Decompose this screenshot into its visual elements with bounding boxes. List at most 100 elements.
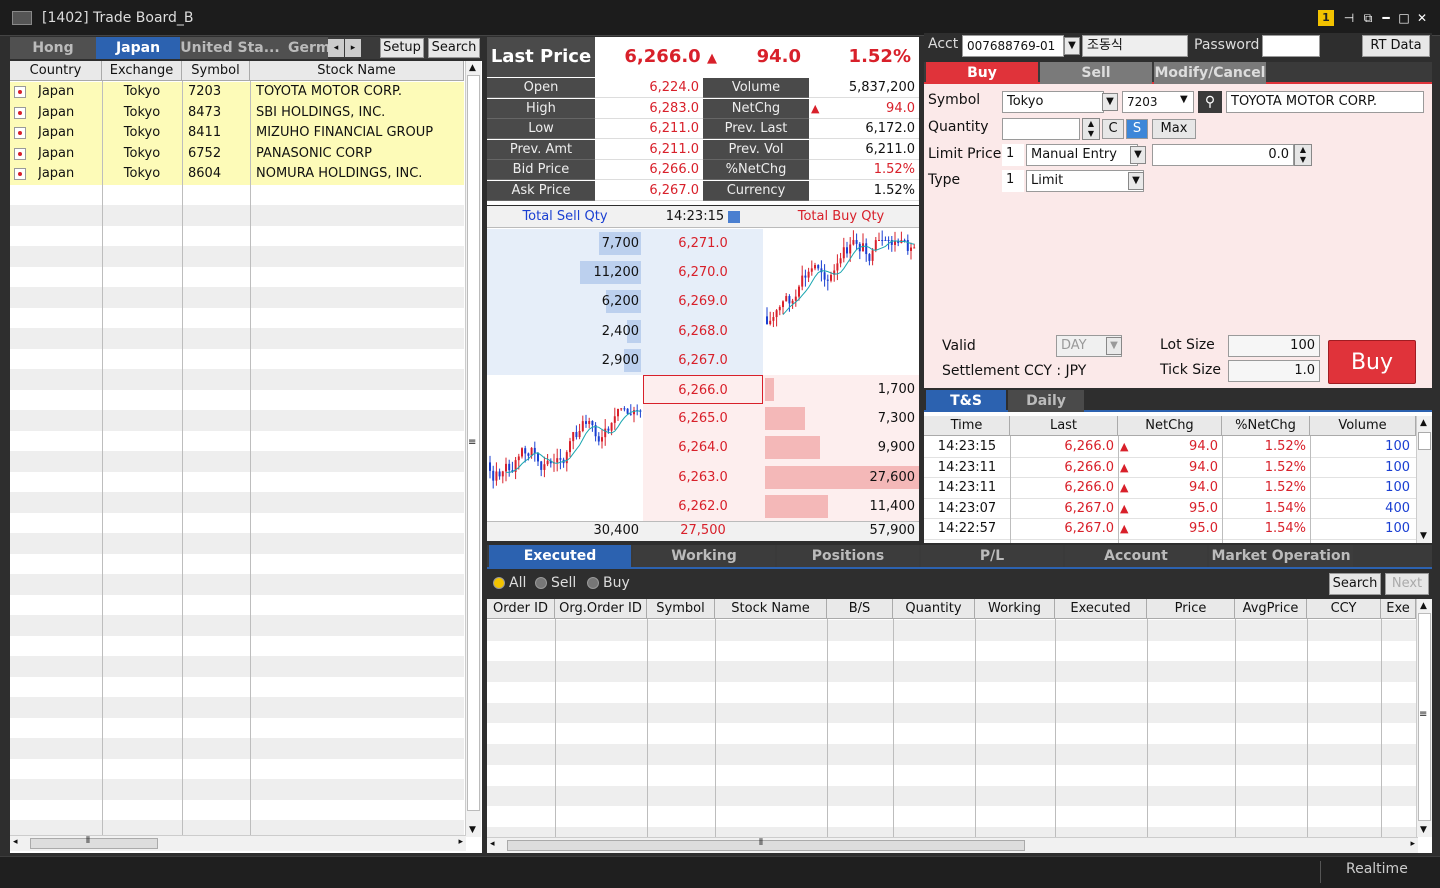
ask-price[interactable]: 6,271.0: [643, 229, 763, 258]
orders-col-header[interactable]: Working: [975, 599, 1055, 619]
tab-germany[interactable]: Germ: [280, 37, 330, 59]
rt-data-button[interactable]: RT Data: [1362, 35, 1430, 57]
quote-value: 5,837,200: [809, 78, 919, 98]
col-exchange[interactable]: Exchange: [102, 61, 182, 81]
current-price-cell[interactable]: 6,266.0: [643, 375, 763, 404]
ts-vscroll[interactable]: ▲ ▼: [1416, 416, 1432, 543]
quantity-stepper[interactable]: ▲ ▼: [1082, 118, 1100, 140]
tab-executed[interactable]: Executed: [489, 545, 631, 567]
limit-price-stepper[interactable]: ▲ ▼: [1294, 144, 1312, 166]
qty-c-button[interactable]: C: [1102, 119, 1124, 139]
tab-buy[interactable]: Buy: [926, 62, 1038, 84]
stock-row[interactable]: Japan Tokyo 8411 MIZUHO FINANCIAL GROUP: [10, 123, 464, 144]
stock-list-hscroll[interactable]: ◂ ⦀ ▸: [10, 835, 466, 851]
search-icon[interactable]: ⚲: [1198, 91, 1222, 113]
orders-col-header[interactable]: Executed: [1055, 599, 1147, 619]
filter-buy-radio[interactable]: [587, 577, 599, 589]
orders-col-header[interactable]: Org.Order ID: [555, 599, 647, 619]
orders-vscroll[interactable]: ▲ ≡ ▼: [1416, 599, 1432, 837]
filter-sell-radio[interactable]: [535, 577, 547, 589]
ask-price[interactable]: 6,270.0: [643, 258, 763, 287]
orders-col-header[interactable]: Exe: [1381, 599, 1416, 619]
setup-button[interactable]: Setup: [380, 38, 424, 58]
buy-submit-button[interactable]: Buy: [1328, 340, 1416, 384]
restore-icon[interactable]: ⧉: [1361, 11, 1375, 25]
account-select[interactable]: 007688769-01: [962, 35, 1064, 57]
symbol-dropdown-icon[interactable]: ▼: [1180, 94, 1188, 105]
minimize-icon[interactable]: ━: [1379, 11, 1393, 25]
ts-col-netchg[interactable]: NetChg: [1118, 416, 1222, 436]
tab-pl[interactable]: P/L: [921, 545, 1063, 567]
quantity-input[interactable]: [1002, 118, 1080, 140]
orders-col-header[interactable]: B/S: [827, 599, 893, 619]
orders-col-header[interactable]: Stock Name: [715, 599, 827, 619]
tab-positions[interactable]: Positions: [777, 545, 919, 567]
account-dropdown-icon[interactable]: ▼: [1064, 37, 1080, 55]
limit-price-input[interactable]: 0.0: [1152, 144, 1294, 166]
qty-s-button[interactable]: S: [1126, 119, 1148, 139]
tab-ts[interactable]: T&S: [926, 390, 1006, 412]
candle-body: [775, 310, 778, 318]
candle-body: [527, 453, 530, 456]
col-symbol[interactable]: Symbol: [182, 61, 250, 81]
ts-last: 6,266.0: [1064, 480, 1114, 496]
ts-col-last[interactable]: Last: [1010, 416, 1118, 436]
tab-scroll-right-icon[interactable]: ▸: [345, 39, 361, 57]
stock-list-vscroll[interactable]: ▲ ≡ ▼: [465, 61, 481, 837]
exchange-dropdown-icon[interactable]: ▼: [1102, 93, 1118, 111]
col-stock-name[interactable]: Stock Name: [250, 61, 464, 81]
orders-col-header[interactable]: Price: [1147, 599, 1235, 619]
col-country[interactable]: Country: [10, 61, 102, 81]
orders-col-header[interactable]: Order ID: [487, 599, 555, 619]
bid-price[interactable]: 6,264.0: [643, 433, 763, 462]
limit-mode-dropdown-icon[interactable]: ▼: [1130, 146, 1146, 164]
candle-body: [565, 452, 568, 464]
tab-daily[interactable]: Daily: [1008, 390, 1084, 412]
stock-row[interactable]: Japan Tokyo 8473 SBI HOLDINGS, INC.: [10, 102, 464, 123]
tab-market-operation[interactable]: Market Operation: [1209, 545, 1353, 567]
valid-dropdown-icon[interactable]: ▼: [1106, 337, 1122, 355]
maximize-icon[interactable]: □: [1397, 11, 1411, 25]
bid-price[interactable]: 6,262.0: [643, 492, 763, 521]
type-dropdown-icon[interactable]: ▼: [1128, 172, 1144, 190]
stock-row[interactable]: Japan Tokyo 8604 NOMURA HOLDINGS, INC.: [10, 164, 464, 185]
tab-scroll-left-icon[interactable]: ◂: [328, 39, 344, 57]
limit-mode-select[interactable]: Manual Entry: [1026, 144, 1138, 166]
ts-col-pctchg[interactable]: %NetChg: [1222, 416, 1310, 436]
pin-icon[interactable]: ⊣: [1342, 11, 1356, 25]
stock-country: Japan: [38, 104, 75, 120]
refresh-icon[interactable]: [728, 210, 741, 223]
tab-account[interactable]: Account: [1065, 545, 1207, 567]
close-icon[interactable]: ✕: [1415, 11, 1429, 25]
ask-price[interactable]: 6,267.0: [643, 346, 763, 375]
ask-price[interactable]: 6,269.0: [643, 287, 763, 316]
orders-hscroll[interactable]: ◂ ⦀ ▸: [487, 837, 1418, 853]
password-field[interactable]: [1262, 35, 1320, 57]
stock-row[interactable]: Japan Tokyo 6752 PANASONIC CORP: [10, 143, 464, 164]
orders-search-button[interactable]: Search: [1329, 573, 1381, 595]
orders-col-header[interactable]: Symbol: [647, 599, 715, 619]
tab-hong-kong[interactable]: Hong Kong: [10, 37, 96, 78]
tab-sell[interactable]: Sell: [1040, 62, 1152, 84]
ask-price[interactable]: 6,268.0: [643, 317, 763, 346]
tab-modify-cancel[interactable]: Modify/Cancel: [1154, 62, 1266, 84]
empty-row: [10, 594, 464, 615]
bid-price[interactable]: 6,265.0: [643, 404, 763, 433]
tab-working[interactable]: Working: [633, 545, 775, 567]
tab-united-states[interactable]: United Sta...: [180, 37, 280, 59]
stock-row[interactable]: Japan Tokyo 7203 TOYOTA MOTOR CORP.: [10, 82, 464, 103]
tab-japan[interactable]: Japan: [96, 37, 180, 59]
ts-col-volume[interactable]: Volume: [1310, 416, 1416, 436]
ts-col-time[interactable]: Time: [924, 416, 1010, 436]
qty-max-button[interactable]: Max: [1152, 119, 1196, 139]
market-search-button[interactable]: Search: [428, 38, 480, 58]
orders-col-header[interactable]: Quantity: [893, 599, 975, 619]
bid-price[interactable]: 6,263.0: [643, 463, 763, 492]
exchange-select[interactable]: Tokyo: [1002, 91, 1104, 113]
filter-all-radio[interactable]: [493, 577, 505, 589]
orders-col-header[interactable]: AvgPrice: [1235, 599, 1307, 619]
notification-badge[interactable]: 1: [1318, 10, 1334, 26]
orders-next-button[interactable]: Next: [1385, 573, 1429, 595]
type-select[interactable]: Limit: [1026, 170, 1144, 192]
orders-col-header[interactable]: CCY: [1307, 599, 1381, 619]
